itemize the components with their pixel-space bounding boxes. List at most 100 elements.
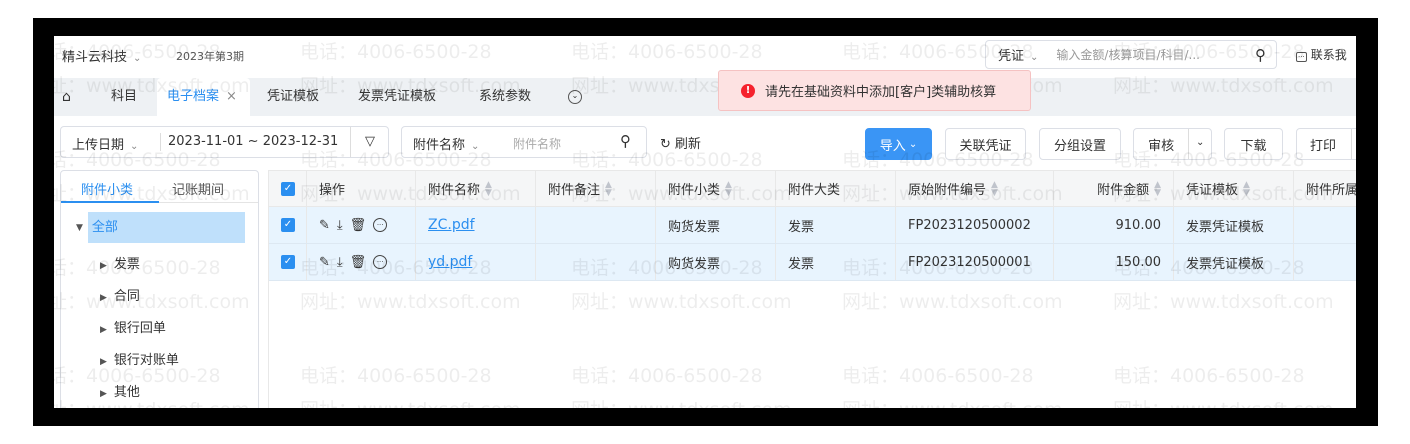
- global-search[interactable]: 凭证 ⌄ 输入金额/核算项目/科目/... ⚲: [985, 40, 1277, 69]
- sort-icon: ▲ ▼: [485, 179, 492, 198]
- download-icon[interactable]: ⤓: [337, 255, 343, 270]
- date-range-input[interactable]: 2023-11-01 ~ 2023-12-31: [168, 134, 338, 149]
- cell-template: 发票凭证模板: [1174, 207, 1294, 243]
- cell-number: FP2023120500002: [896, 207, 1054, 243]
- caret-right-icon: ▶: [100, 293, 107, 303]
- tab-subjects[interactable]: 科目: [111, 78, 137, 116]
- delete-icon[interactable]: 🗑: [350, 218, 367, 233]
- date-type-select[interactable]: 上传日期 ⌄: [72, 134, 138, 153]
- refresh-button[interactable]: ↻ 刷新: [660, 133, 701, 152]
- review-button[interactable]: 审核: [1134, 135, 1188, 154]
- download-icon[interactable]: ⤓: [337, 218, 343, 233]
- filter-icon: ▽: [365, 134, 375, 149]
- refresh-icon: ↻: [660, 137, 671, 152]
- row-actions: ✎ ⤓ 🗑 ···: [307, 207, 416, 243]
- toast-message: 请先在基础资料中添加[客户]类辅助核算: [765, 85, 997, 100]
- more-icon[interactable]: ···: [373, 218, 388, 232]
- watermark-text: 电话：4006-6500-28: [300, 41, 492, 63]
- col-owner: 附件所属: [1294, 171, 1356, 206]
- cell-subtype: 购货发票: [656, 207, 776, 243]
- tree-item-other[interactable]: ▶ 其他: [100, 381, 140, 400]
- import-button[interactable]: 导入 ⌄: [865, 128, 932, 160]
- file-link[interactable]: yd.pdf: [416, 244, 536, 280]
- watermark-text: 电话：4006-6500-28: [571, 41, 763, 63]
- tree-item-invoice[interactable]: ▶ 发票: [100, 253, 140, 272]
- cell-template: 发票凭证模板: [1174, 244, 1294, 280]
- divider: [160, 133, 161, 151]
- table-row[interactable]: ✓ ✎ ⤓ 🗑 ··· ZC.pdf 购货发票 发票 FP2023120500002 …: [269, 207, 1356, 244]
- error-toast: ! 请先在基础资料中添加[客户]类辅助核算: [718, 70, 1031, 111]
- chevron-down-icon: ⌄: [908, 138, 918, 150]
- company-name: 精斗云科技: [62, 50, 128, 65]
- link-voucher-button[interactable]: 关联凭证: [945, 128, 1026, 160]
- close-icon[interactable]: ×: [226, 89, 237, 104]
- search-type-select[interactable]: 凭证 ⌄: [998, 45, 1038, 64]
- search-input[interactable]: 输入金额/核算项目/科目/...: [1056, 46, 1200, 63]
- download-button[interactable]: 下载: [1224, 128, 1283, 160]
- tree-item-all[interactable]: ▼ 全部: [76, 212, 245, 243]
- edit-icon[interactable]: ✎: [319, 255, 330, 270]
- search-icon[interactable]: ⚲: [620, 132, 631, 150]
- col-amount[interactable]: 附件金额 ▲ ▼: [1054, 171, 1174, 206]
- delete-icon[interactable]: 🗑: [350, 255, 367, 270]
- col-name[interactable]: 附件名称 ▲ ▼: [416, 171, 536, 206]
- more-icon[interactable]: ···: [373, 255, 388, 269]
- sort-icon: ▲ ▼: [1243, 179, 1250, 198]
- table-header: ✓ 操作 附件名称 ▲ ▼ 附件备注 ▲ ▼ 附件小类 ▲ ▼ 附件大类 原始附件编号 ▲ ▼ …: [269, 171, 1356, 207]
- sidebar-tab-subtype[interactable]: 附件小类: [81, 179, 133, 198]
- chevron-down-icon: ⌄: [471, 141, 480, 152]
- name-search-input[interactable]: 附件名称: [513, 135, 561, 152]
- caret-right-icon: ▶: [100, 261, 107, 271]
- filter-button[interactable]: ▽: [350, 127, 389, 157]
- table-row[interactable]: ✓ ✎ ⤓ 🗑 ··· yd.pdf 购货发票 发票 FP2023120500001 …: [269, 244, 1356, 281]
- sort-icon: ▲ ▼: [725, 179, 732, 198]
- chevron-down-icon: ⌄: [1030, 52, 1039, 63]
- cell-number: FP2023120500001: [896, 244, 1054, 280]
- tab-system-params[interactable]: 系统参数: [479, 78, 531, 116]
- company-selector[interactable]: 精斗云科技 ⌄: [62, 46, 141, 65]
- cell-owner: [1294, 244, 1356, 280]
- sort-icon: ▲ ▼: [991, 179, 998, 198]
- attachment-table: ✓ 操作 附件名称 ▲ ▼ 附件备注 ▲ ▼ 附件小类 ▲ ▼ 附件大类 原始附件编号 ▲ ▼ …: [268, 170, 1356, 408]
- tab-voucher-template[interactable]: 凭证模板: [267, 78, 319, 116]
- col-template[interactable]: 凭证模板 ▲ ▼: [1174, 171, 1294, 206]
- active-tab-indicator: [61, 201, 159, 203]
- chevron-down-icon: ⌄: [133, 53, 142, 64]
- col-remark[interactable]: 附件备注 ▲ ▼: [536, 171, 656, 206]
- tree-item-bank-statement[interactable]: ▶ 银行对账单: [100, 349, 179, 368]
- col-number[interactable]: 原始附件编号 ▲ ▼: [896, 171, 1054, 206]
- col-type: 附件大类: [776, 171, 896, 206]
- select-all-checkbox[interactable]: ✓: [269, 171, 307, 206]
- group-settings-button[interactable]: 分组设置: [1039, 128, 1121, 160]
- col-subtype[interactable]: 附件小类 ▲ ▼: [656, 171, 776, 206]
- search-icon[interactable]: ⚲: [1255, 46, 1266, 64]
- edit-icon[interactable]: ✎: [319, 218, 330, 233]
- file-link[interactable]: ZC.pdf: [416, 207, 536, 243]
- cell-amount: 150.00: [1054, 244, 1174, 280]
- more-tabs-icon[interactable]: ⌄: [568, 90, 582, 104]
- period-label: 2023年第3期: [176, 50, 244, 63]
- tab-e-archive[interactable]: 电子档案 ×: [157, 78, 250, 116]
- home-icon[interactable]: ⌂: [62, 78, 71, 116]
- caret-down-icon: ▼: [76, 222, 83, 233]
- category-panel: [60, 170, 259, 408]
- sort-icon: ▲ ▼: [605, 179, 612, 198]
- review-split-button: 审核 ⌄: [1133, 128, 1212, 160]
- cell-amount: 910.00: [1054, 207, 1174, 243]
- sort-icon: ▲ ▼: [1154, 179, 1161, 198]
- chevron-down-icon: ⌄: [130, 141, 139, 152]
- review-dropdown[interactable]: ⌄: [1188, 129, 1211, 159]
- row-checkbox[interactable]: ✓: [269, 207, 307, 243]
- tab-invoice-voucher-template[interactable]: 发票凭证模板: [358, 78, 436, 116]
- caret-right-icon: ▶: [100, 389, 107, 399]
- cell-remark: [536, 244, 656, 280]
- contact-link[interactable]: ··· 联系我: [1296, 46, 1347, 63]
- cell-type: 发票: [776, 207, 896, 243]
- app-window: 精斗云科技 ⌄ 2023年第3期 凭证 ⌄ 输入金额/核算项目/科目/... ⚲ ·…: [54, 36, 1356, 408]
- row-checkbox[interactable]: ✓: [269, 244, 307, 280]
- tree-item-bank-receipt[interactable]: ▶ 银行回单: [100, 317, 166, 336]
- name-field-select[interactable]: 附件名称 ⌄: [413, 134, 479, 153]
- tree-item-contract[interactable]: ▶ 合同: [100, 285, 140, 304]
- print-button[interactable]: 打印: [1296, 128, 1356, 160]
- sidebar-tab-period[interactable]: 记账期间: [172, 179, 224, 198]
